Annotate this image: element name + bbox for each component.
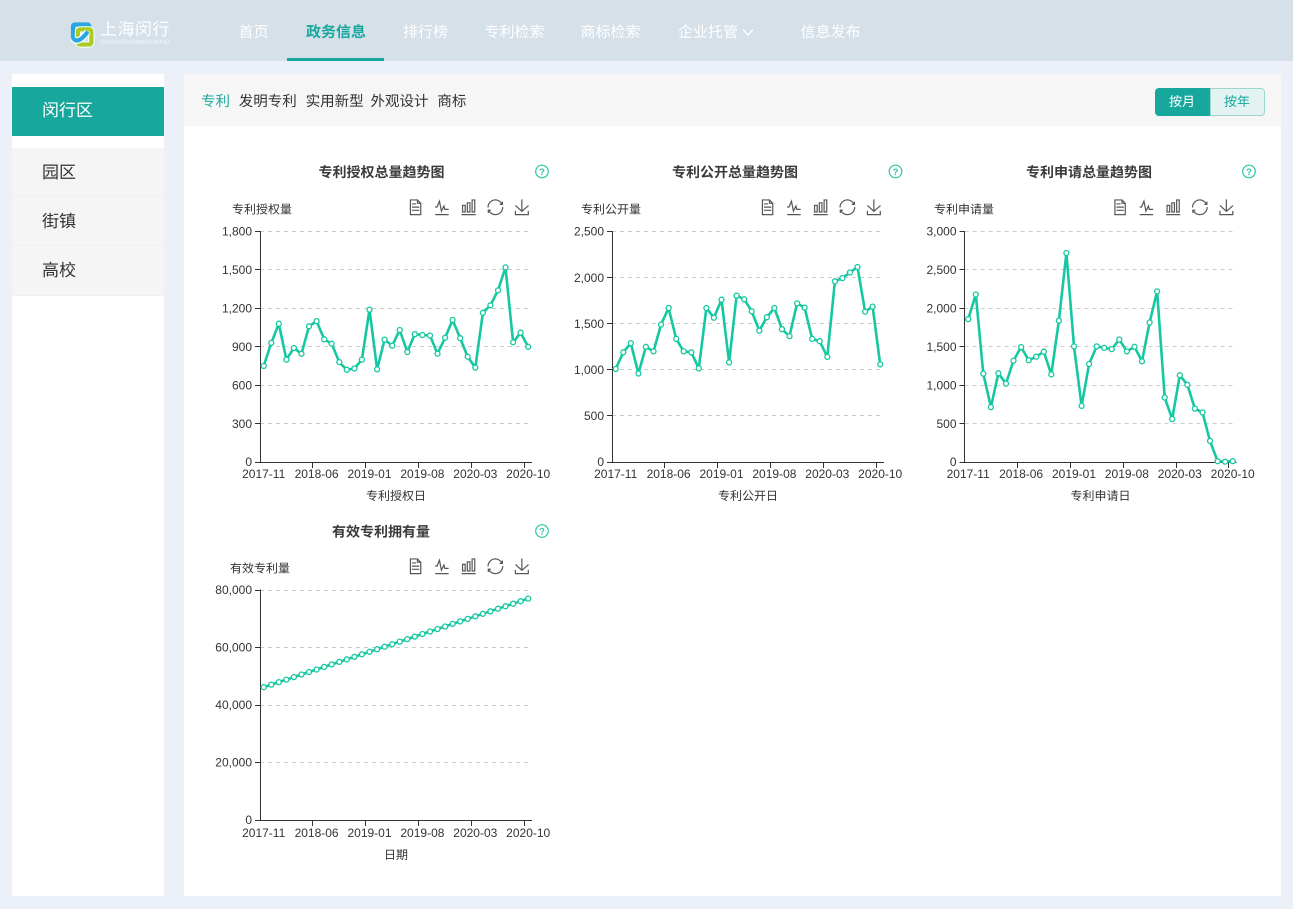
svg-text:有效专利拥有量: 有效专利拥有量 <box>332 524 430 540</box>
svg-text:2018-06: 2018-06 <box>647 467 691 481</box>
svg-text:2019-01: 2019-01 <box>347 826 391 840</box>
svg-text:2017-11: 2017-11 <box>242 826 285 840</box>
svg-text:专利授权量: 专利授权量 <box>232 203 292 217</box>
svg-text:2019-01: 2019-01 <box>699 467 743 481</box>
svg-text:2019-08: 2019-08 <box>400 467 444 481</box>
svg-text:2018-06: 2018-06 <box>999 467 1043 481</box>
svg-text:?: ? <box>893 167 899 178</box>
svg-text:2017-11: 2017-11 <box>594 467 637 481</box>
svg-text:2020-03: 2020-03 <box>453 826 497 840</box>
svg-text:专利公开总量趋势图: 专利公开总量趋势图 <box>672 164 798 180</box>
svg-text:2020-10: 2020-10 <box>506 467 550 481</box>
svg-text:2019-01: 2019-01 <box>347 467 391 481</box>
svg-text:1,200: 1,200 <box>222 302 252 316</box>
svg-text:2019-08: 2019-08 <box>1105 467 1149 481</box>
svg-text:1,500: 1,500 <box>574 317 604 331</box>
svg-text:80,000: 80,000 <box>215 583 252 597</box>
svg-text:3,000: 3,000 <box>926 225 956 239</box>
svg-text:2017-11: 2017-11 <box>242 467 285 481</box>
svg-text:20,000: 20,000 <box>215 756 252 770</box>
svg-text:?: ? <box>539 526 545 537</box>
svg-text:2,500: 2,500 <box>926 263 956 277</box>
svg-text:2,500: 2,500 <box>574 225 604 239</box>
svg-text:900: 900 <box>232 340 252 354</box>
svg-text:专利公开日: 专利公开日 <box>718 489 778 503</box>
svg-text:专利授权总量趋势图: 专利授权总量趋势图 <box>319 164 445 180</box>
svg-text:1,000: 1,000 <box>574 363 604 377</box>
svg-text:专利申请量: 专利申请量 <box>934 203 994 217</box>
svg-text:2,000: 2,000 <box>926 302 956 316</box>
svg-text:500: 500 <box>936 417 956 431</box>
svg-text:专利申请日: 专利申请日 <box>1070 489 1130 503</box>
svg-text:2019-08: 2019-08 <box>400 826 444 840</box>
svg-text:?: ? <box>539 167 545 178</box>
svg-text:600: 600 <box>232 378 252 392</box>
svg-text:专利申请总量趋势图: 专利申请总量趋势图 <box>1026 164 1152 180</box>
svg-text:2020-10: 2020-10 <box>858 467 902 481</box>
svg-text:2020-03: 2020-03 <box>805 467 849 481</box>
svg-text:2019-01: 2019-01 <box>1052 467 1096 481</box>
svg-text:日期: 日期 <box>384 848 408 862</box>
svg-text:1,500: 1,500 <box>926 340 956 354</box>
svg-text:2,000: 2,000 <box>574 271 604 285</box>
svg-text:40,000: 40,000 <box>215 698 252 712</box>
svg-text:专利授权日: 专利授权日 <box>366 489 426 503</box>
svg-text:2020-10: 2020-10 <box>1211 467 1255 481</box>
svg-text:2020-03: 2020-03 <box>1158 467 1202 481</box>
svg-text:2020-03: 2020-03 <box>453 467 497 481</box>
svg-text:300: 300 <box>232 417 252 431</box>
svg-text:1,500: 1,500 <box>222 263 252 277</box>
svg-text:1,000: 1,000 <box>926 378 956 392</box>
svg-text:2018-06: 2018-06 <box>295 826 339 840</box>
svg-text:60,000: 60,000 <box>215 641 252 655</box>
svg-text:2018-06: 2018-06 <box>295 467 339 481</box>
svg-text:2020-10: 2020-10 <box>506 826 550 840</box>
svg-text:2019-08: 2019-08 <box>752 467 796 481</box>
svg-text:?: ? <box>1246 167 1252 178</box>
svg-text:500: 500 <box>584 409 604 423</box>
svg-text:1,800: 1,800 <box>222 225 252 239</box>
svg-text:2017-11: 2017-11 <box>947 467 990 481</box>
svg-text:有效专利量: 有效专利量 <box>230 562 290 576</box>
svg-text:专利公开量: 专利公开量 <box>581 203 641 217</box>
